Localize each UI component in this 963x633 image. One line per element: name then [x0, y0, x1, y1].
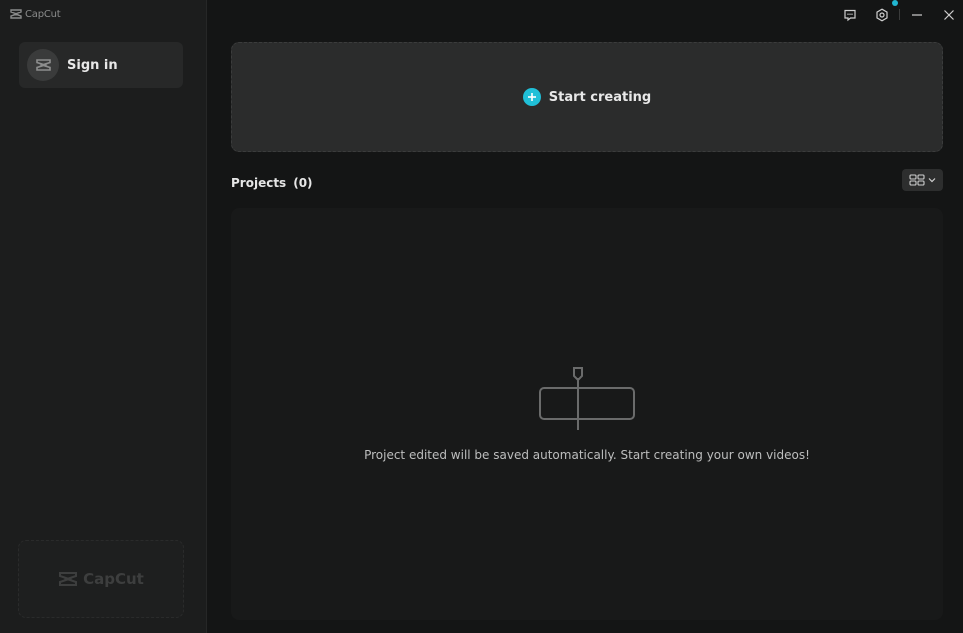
close-icon: [944, 10, 954, 20]
app-logo: CapCut: [10, 7, 61, 21]
close-button[interactable]: [937, 4, 961, 26]
sign-in-label: Sign in: [67, 57, 118, 73]
start-creating-label: Start creating: [548, 89, 652, 105]
capcut-logo-icon: [10, 9, 22, 19]
minimize-button[interactable]: [905, 4, 929, 26]
minimize-icon: [912, 14, 922, 16]
start-creating-button[interactable]: Start creating: [231, 42, 943, 152]
sign-in-button[interactable]: Sign in: [19, 42, 183, 88]
grid-view-icon: [909, 174, 925, 186]
projects-label: Projects: [231, 176, 287, 190]
view-mode-toggle[interactable]: [902, 169, 943, 191]
titlebar-divider: [899, 9, 900, 20]
projects-header: Projects (0): [231, 176, 313, 190]
app-title: CapCut: [25, 8, 61, 20]
capcut-avatar-icon: [35, 59, 51, 71]
empty-state-message: Project edited will be saved automatical…: [364, 448, 810, 462]
feedback-icon: [844, 9, 856, 22]
plus-icon: [522, 88, 541, 106]
projects-count: (0): [293, 176, 313, 190]
projects-area: Project edited will be saved automatical…: [231, 208, 943, 620]
settings-button[interactable]: [870, 4, 894, 26]
empty-timeline-icon: [539, 367, 635, 430]
settings-icon: [876, 8, 888, 22]
promo-banner[interactable]: CapCut: [18, 540, 184, 618]
chevron-down-icon: [928, 178, 936, 183]
notification-dot: [892, 0, 898, 6]
capcut-logo-icon: [59, 572, 78, 586]
avatar: [27, 49, 59, 81]
promo-text: CapCut: [83, 570, 144, 588]
sidebar: CapCut Sign in CapCut: [0, 0, 207, 633]
feedback-button[interactable]: [838, 4, 862, 26]
